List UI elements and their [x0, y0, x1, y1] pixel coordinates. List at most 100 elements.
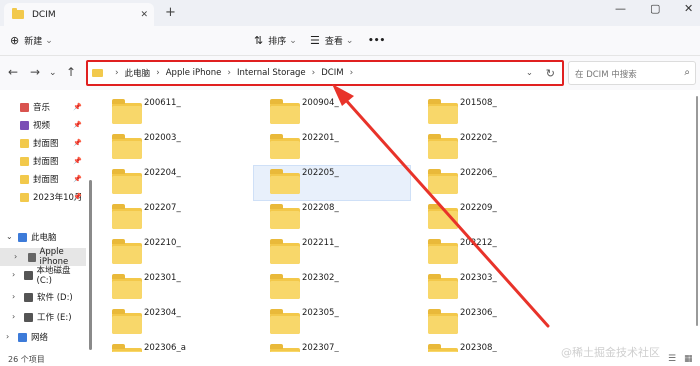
folder-item[interactable]: 200611_ [96, 96, 252, 130]
sidebar-item[interactable]: 封面图 📌 [0, 134, 86, 152]
breadcrumb-separator[interactable]: › [227, 68, 231, 78]
folder-icon [270, 308, 300, 334]
up-button[interactable]: ↑ [66, 65, 76, 79]
folder-item[interactable]: 202212_ [412, 236, 568, 270]
folder-name: 202207_ [144, 203, 181, 213]
folder-item[interactable]: 201508_ [412, 96, 568, 130]
item-count: 26 个项目 [8, 355, 45, 364]
folder-item[interactable]: 202209_ [412, 201, 568, 235]
sidebar-item-icon [18, 332, 27, 342]
back-button[interactable]: ← [8, 65, 18, 79]
sort-button[interactable]: ⇅ 排序 ⌄ [254, 34, 297, 47]
folder-name: 202208_ [302, 203, 339, 213]
sidebar-item[interactable]: 视频 📌 [0, 116, 86, 134]
view-label: 查看 [324, 37, 343, 47]
close-window-button[interactable]: ✕ [684, 2, 693, 15]
tiles-view-icon[interactable]: ▦ [684, 354, 693, 364]
folder-item[interactable]: 202208_ [254, 201, 410, 235]
folder-item[interactable]: 202205_ [253, 165, 411, 201]
sidebar-item[interactable]: 2023年10月 📌 [0, 188, 86, 206]
folder-item[interactable]: 202303_ [412, 271, 568, 305]
command-bar: ⊕ 新建 ⌄ ✂ ⧉ ▤ Ⓐ ⇪ 🗑 ⇅ 排序 ⌄ ☰ 查看 ⌄ ••• [0, 26, 700, 75]
sidebar-item[interactable]: 封面图 📌 [0, 170, 86, 188]
folder-icon [112, 273, 142, 299]
sidebar-item[interactable]: 此电脑 [0, 228, 86, 246]
more-options-button[interactable]: ••• [368, 36, 385, 46]
folder-item[interactable]: 202308_ [412, 341, 568, 352]
folder-item[interactable]: 202305_ [254, 306, 410, 340]
minimize-button[interactable]: — [615, 2, 626, 15]
folder-item[interactable]: 202302_ [254, 271, 410, 305]
folder-item[interactable]: 202306_ [412, 306, 568, 340]
recent-dropdown-button[interactable]: ⌄ [49, 68, 57, 78]
sidebar-item-label: 视频 [33, 121, 51, 131]
address-bar[interactable]: › 此电脑 › Apple iPhone › Internal Storage … [86, 61, 564, 85]
content-scrollbar[interactable] [696, 96, 698, 326]
folder-item[interactable]: 202204_ [96, 166, 252, 200]
folder-item[interactable]: 202210_ [96, 236, 252, 270]
maximize-button[interactable]: ▢ [650, 2, 660, 15]
chevron-right-icon[interactable]: › [12, 270, 15, 279]
navigation-pane: 音乐 📌 视频 📌 封面图 📌 封面图 📌 封面图 📌 2023年10月 📌 此电脑 Apple iPho… [0, 90, 88, 352]
breadcrumb-this-pc[interactable]: 此电脑 [125, 67, 151, 79]
sidebar-item[interactable]: 网络 [0, 328, 86, 346]
view-button[interactable]: ☰ 查看 ⌄ [310, 34, 353, 47]
folder-item[interactable]: 202003_ [96, 131, 252, 165]
new-button[interactable]: ⊕ 新建 ⌄ [10, 34, 53, 47]
folder-name: 202307_ [302, 343, 339, 352]
folder-name: 202212_ [460, 238, 497, 248]
details-view-icon[interactable]: ☰ [668, 354, 676, 364]
chevron-down-icon[interactable]: ⌄ [6, 232, 13, 241]
folder-item[interactable]: 202201_ [254, 131, 410, 165]
sidebar-item-icon [18, 232, 27, 242]
breadcrumb-dcim[interactable]: DCIM [321, 68, 343, 78]
folder-icon [428, 273, 458, 299]
folder-icon [112, 133, 142, 159]
folder-item[interactable]: 202207_ [96, 201, 252, 235]
breadcrumb-separator[interactable]: › [156, 68, 160, 78]
sidebar-scrollbar[interactable] [89, 180, 92, 350]
address-history-dropdown[interactable]: ⌄ [526, 68, 533, 78]
folder-item[interactable]: 202306_a [96, 341, 252, 352]
forward-button[interactable]: → [30, 65, 40, 79]
breadcrumb-separator[interactable]: › [312, 68, 316, 78]
new-label: 新建 [24, 37, 43, 47]
breadcrumb-internal-storage[interactable]: Internal Storage [237, 68, 306, 78]
folder-icon [112, 238, 142, 264]
refresh-icon[interactable]: ↻ [546, 67, 555, 80]
plus-circle-icon: ⊕ [10, 34, 20, 47]
folder-item[interactable]: 200904_ [254, 96, 410, 130]
folder-name: 202201_ [302, 133, 339, 143]
sort-label: 排序 [268, 37, 287, 47]
folder-item[interactable]: 202211_ [254, 236, 410, 270]
folder-item[interactable]: 202202_ [412, 131, 568, 165]
new-tab-button[interactable]: + [165, 5, 176, 20]
folder-name: 202210_ [144, 238, 181, 248]
breadcrumb-separator[interactable]: › [350, 68, 354, 78]
folder-item[interactable]: 202304_ [96, 306, 252, 340]
close-tab-icon[interactable]: ✕ [140, 10, 148, 20]
folder-item[interactable]: 202307_ [254, 341, 410, 352]
sidebar-item-icon [20, 120, 29, 130]
pin-icon: 📌 [73, 193, 82, 201]
folder-name: 202306_a [144, 343, 186, 352]
folder-icon [428, 98, 458, 124]
tab-dcim[interactable]: DCIM ✕ [4, 3, 154, 26]
sidebar-item[interactable]: 封面图 📌 [0, 152, 86, 170]
breadcrumb-apple-iphone[interactable]: Apple iPhone [166, 68, 222, 78]
folder-icon [428, 238, 458, 264]
chevron-right-icon[interactable]: › [14, 252, 17, 261]
sort-icon: ⇅ [254, 34, 264, 47]
folder-name: 202301_ [144, 273, 181, 283]
sidebar-item[interactable]: 音乐 📌 [0, 98, 86, 116]
search-input[interactable]: 在 DCIM 中搜索 ⌕ [568, 61, 696, 85]
chevron-right-icon[interactable]: › [12, 292, 15, 301]
folder-item[interactable]: 202206_ [412, 166, 568, 200]
folder-item[interactable]: 202301_ [96, 271, 252, 305]
folder-name: 202211_ [302, 238, 339, 248]
folder-name: 202202_ [460, 133, 497, 143]
sidebar-item-icon [24, 312, 33, 322]
sidebar-item-label: 音乐 [33, 103, 51, 113]
chevron-right-icon[interactable]: › [6, 332, 9, 341]
chevron-right-icon[interactable]: › [12, 312, 15, 321]
